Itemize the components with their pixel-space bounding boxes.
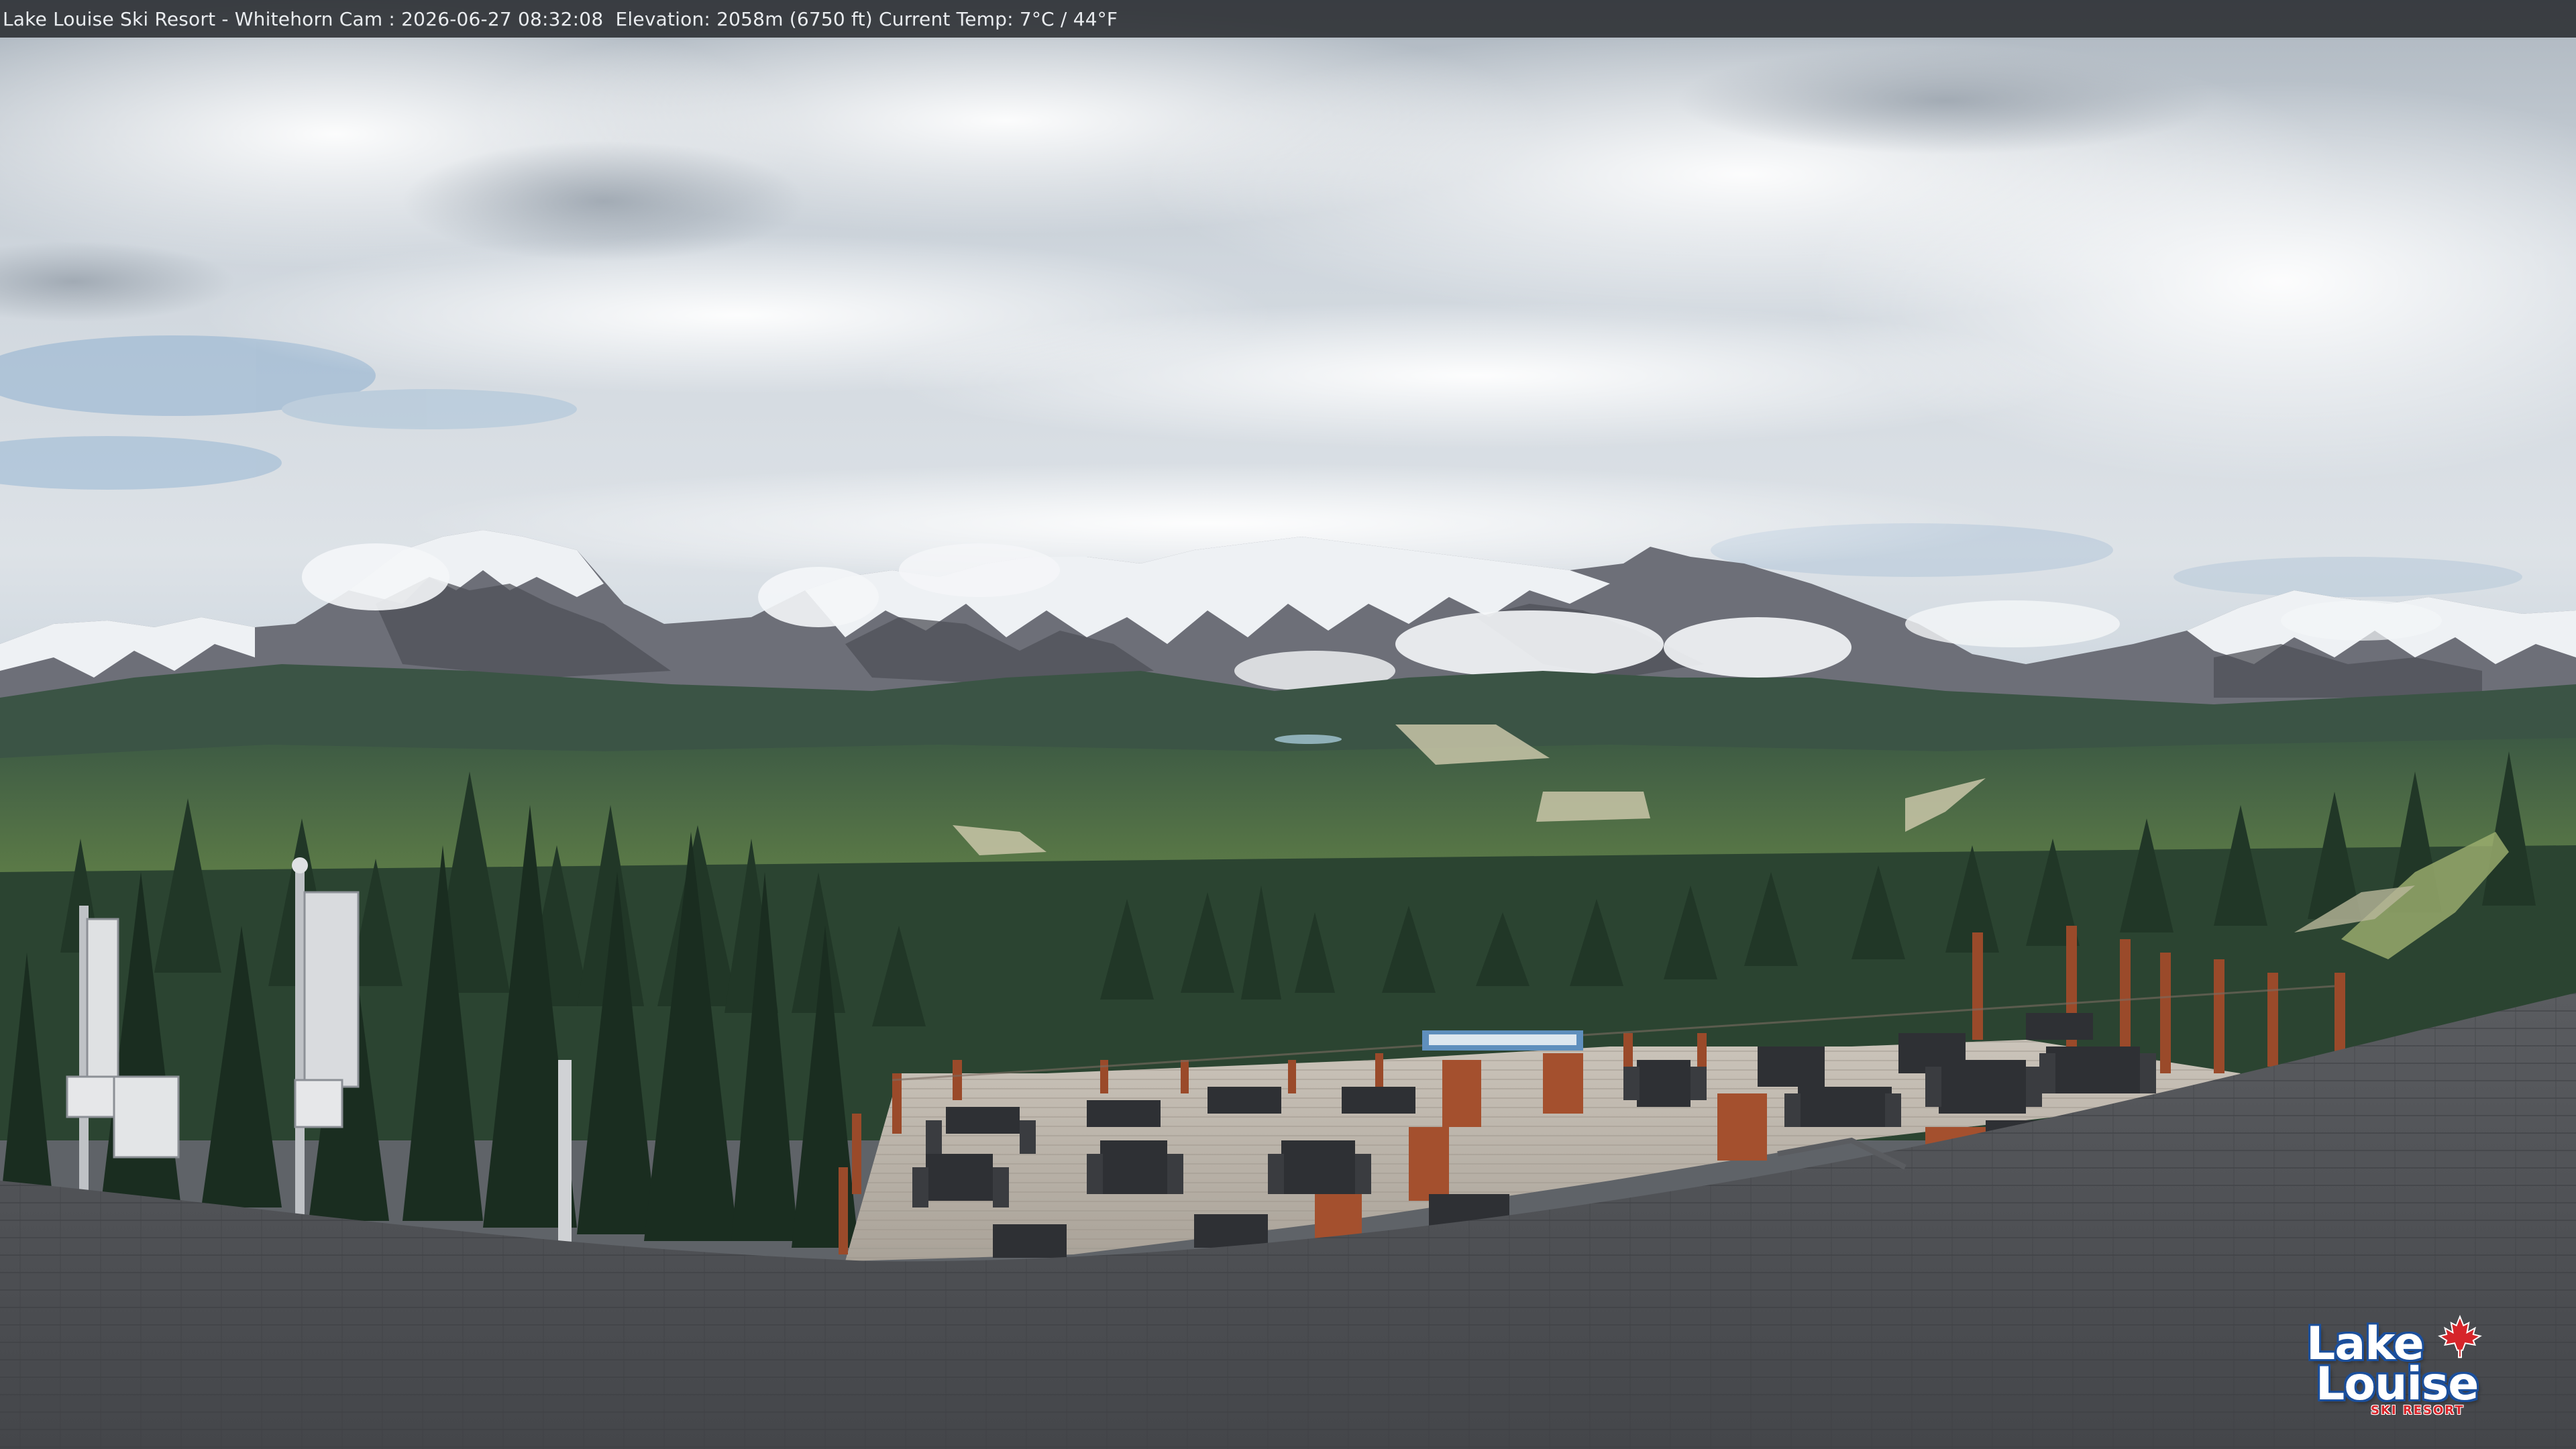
webcam-scene xyxy=(0,0,2576,1449)
lake-louise-logo: Lake Louise SKI RESORT xyxy=(2306,1315,2501,1422)
panorama-sign xyxy=(1422,1030,1583,1051)
distant-lake xyxy=(1275,735,1342,744)
webcam-frame: Lake Louise Ski Resort - Whitehorn Cam :… xyxy=(0,0,2576,1449)
camera-title-bar: Lake Louise Ski Resort - Whitehorn Cam :… xyxy=(0,0,2576,38)
post-pole xyxy=(558,1060,572,1261)
logo-line-2: Louise xyxy=(2316,1358,2479,1411)
logo-tagline: SKI RESORT xyxy=(2371,1403,2465,1417)
maple-leaf-icon xyxy=(2438,1315,2482,1358)
camera-title: Lake Louise Ski Resort - Whitehorn Cam :… xyxy=(3,7,1118,30)
